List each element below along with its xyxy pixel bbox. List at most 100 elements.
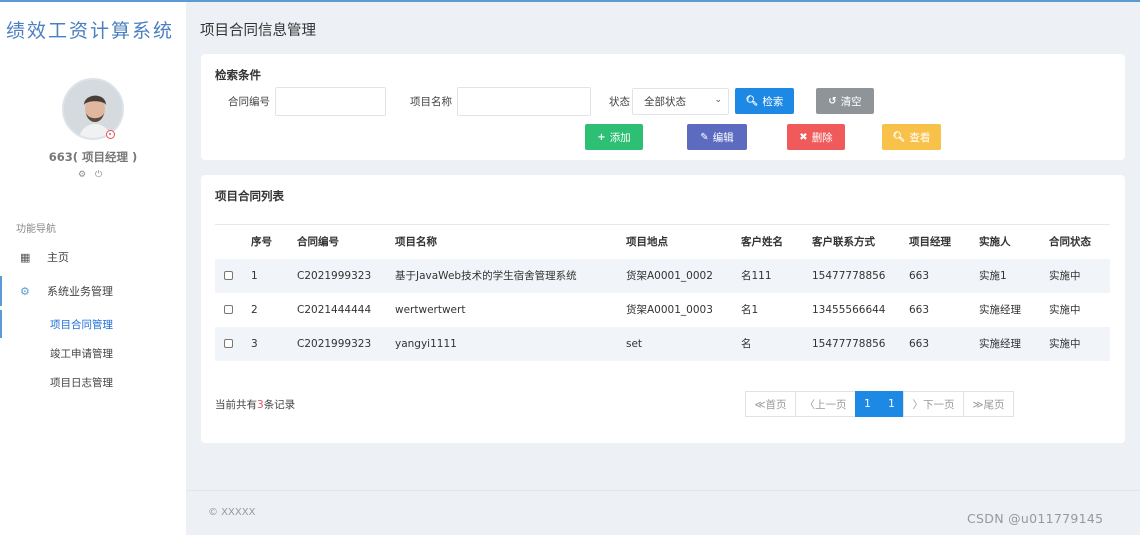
pagination: ≪首页 〈上一页 1 1 〉下一页 ≫尾页	[745, 391, 1014, 417]
search-button-label: 检索	[762, 95, 784, 108]
table-cell: 15477778856	[812, 258, 909, 293]
contract-no-label: 合同编号	[228, 96, 270, 108]
view-button-label: 查看	[909, 131, 931, 144]
add-button[interactable]: + 添加	[585, 124, 643, 150]
table-cell: 1	[251, 258, 297, 293]
status-dot-icon	[106, 130, 115, 139]
table-cell: 名1	[741, 304, 759, 316]
edit-button[interactable]: ✎ 编辑	[687, 124, 747, 150]
table-cell: 13455566644	[812, 303, 886, 316]
delete-button-label: 删除	[811, 131, 833, 144]
row-checkbox[interactable]	[224, 271, 233, 280]
sidebar-subitem-contract[interactable]: 项目合同管理	[0, 310, 186, 338]
table-cell: yangyi1111	[395, 326, 626, 361]
edit-button-label: 编辑	[712, 131, 734, 144]
record-summary: 当前共有3条记录	[215, 397, 295, 412]
column-header[interactable]: 项目名称	[395, 224, 626, 259]
table-cell: 2	[251, 303, 258, 316]
table-cell: set	[626, 326, 741, 361]
table-cell: 实施1	[979, 258, 1049, 293]
status-select-value: 全部状态	[644, 96, 686, 108]
sidebar-item-label: 系统业务管理	[47, 285, 113, 298]
table-cell: 663	[909, 326, 979, 361]
header-checkbox-cell	[215, 224, 251, 259]
search-icon: 🔍︎	[892, 131, 906, 143]
table-cell: 名	[741, 326, 812, 361]
sidebar-item-home[interactable]: ▦ 主页	[0, 242, 186, 272]
contract-no-input[interactable]	[275, 87, 386, 116]
column-header[interactable]: 合同编号	[297, 224, 395, 259]
delete-button[interactable]: ✖ 删除	[787, 124, 845, 150]
column-header[interactable]: 项目地点	[626, 224, 741, 259]
power-icon[interactable]: ⏻	[95, 170, 102, 180]
list-card-title: 项目合同列表	[215, 189, 284, 203]
search-button[interactable]: 🔍︎ 检索	[735, 88, 794, 114]
table-cell: 3	[251, 326, 297, 361]
record-summary-suffix: 条记录	[263, 399, 296, 411]
clear-button[interactable]: ↺ 清空	[816, 88, 874, 114]
table-cell: 货架A0001_0003	[626, 304, 713, 316]
table-cell: 663	[909, 258, 979, 293]
page-number-button[interactable]: 1	[879, 391, 904, 417]
table-cell: 实施经理	[979, 326, 1049, 361]
column-header[interactable]: 客户姓名	[741, 224, 812, 259]
contract-table: 序号 合同编号 项目名称 项目地点 客户姓名 客户联系方式 项目经理 实施人 合…	[215, 224, 1110, 361]
add-button-label: 添加	[609, 131, 631, 144]
column-header[interactable]: 序号	[251, 224, 297, 259]
table-cell: 实施经理	[979, 304, 1021, 316]
page-number-button[interactable]: 1	[855, 391, 880, 417]
table-cell: 实施中	[1049, 304, 1081, 316]
user-actions: ⚙ ⏻	[78, 170, 108, 180]
record-count: 3	[257, 399, 264, 411]
table-cell: 15477778856	[812, 326, 909, 361]
sidebar-subitem-completion[interactable]: 竣工申请管理	[0, 339, 186, 367]
project-name-input[interactable]	[457, 87, 591, 116]
close-icon: ✖	[799, 131, 808, 143]
search-card-title: 检索条件	[215, 68, 261, 82]
table-row[interactable]: 2 C2021444444 wertwertwert 货架A0001_0003 …	[215, 293, 1110, 327]
table-cell: C2021444444	[297, 303, 372, 316]
plus-icon: +	[597, 131, 606, 143]
status-label: 状态	[609, 96, 630, 108]
sidebar: 绩效工资计算系统 663( 项目经理 ) ⚙ ⏻ 功能导航 ▦ 主页 ⚙ 系统业…	[0, 2, 186, 535]
project-name-label: 项目名称	[410, 96, 452, 108]
table-cell: 663	[909, 303, 930, 316]
last-page-button[interactable]: ≫尾页	[963, 391, 1014, 417]
edit-icon: ✎	[700, 131, 709, 143]
avatar-image	[64, 80, 122, 138]
column-header[interactable]: 客户联系方式	[812, 224, 909, 259]
sidebar-item-label: 主页	[47, 251, 69, 264]
chevron-down-icon: ⌄	[714, 95, 722, 105]
sidebar-subitem-log[interactable]: 项目日志管理	[0, 368, 186, 396]
table-row[interactable]: 1 C2021999323 基于JavaWeb技术的学生宿舍管理系统 货架A00…	[215, 258, 1110, 293]
sidebar-item-business[interactable]: ⚙ 系统业务管理	[0, 276, 186, 306]
app-brand: 绩效工资计算系统	[6, 20, 175, 42]
gears-icon: ⚙	[20, 284, 30, 298]
avatar[interactable]	[62, 78, 124, 140]
gear-icon[interactable]: ⚙	[78, 170, 86, 180]
table-row[interactable]: 3 C2021999323 yangyi1111 set 名 154777788…	[215, 326, 1110, 361]
table-cell: wertwertwert	[395, 303, 466, 316]
column-header[interactable]: 合同状态	[1049, 224, 1110, 259]
table-cell: 货架A0001_0002	[626, 258, 741, 293]
watermark: CSDN @u011779145	[967, 511, 1104, 526]
view-button[interactable]: 🔍︎ 查看	[882, 124, 941, 150]
next-page-button[interactable]: 〉下一页	[903, 391, 964, 417]
nav-section-label: 功能导航	[16, 224, 56, 235]
first-page-button[interactable]: ≪首页	[745, 391, 796, 417]
row-checkbox[interactable]	[224, 305, 233, 314]
undo-icon: ↺	[828, 95, 837, 107]
row-checkbox[interactable]	[224, 339, 233, 348]
table-cell: C2021999323	[297, 258, 395, 293]
table-cell: 实施中	[1049, 258, 1110, 293]
status-select[interactable]: 全部状态 ⌄	[632, 88, 729, 115]
column-header[interactable]: 实施人	[979, 224, 1049, 259]
search-icon: 🔍︎	[745, 95, 759, 107]
page-title: 项目合同信息管理	[200, 23, 316, 39]
prev-page-button[interactable]: 〈上一页	[795, 391, 856, 417]
table-cell: C2021999323	[297, 326, 395, 361]
table-header-row: 序号 合同编号 项目名称 项目地点 客户姓名 客户联系方式 项目经理 实施人 合…	[215, 224, 1110, 259]
dashboard-icon: ▦	[20, 250, 31, 264]
column-header[interactable]: 项目经理	[909, 224, 979, 259]
copyright: © XXXXX	[208, 507, 256, 518]
